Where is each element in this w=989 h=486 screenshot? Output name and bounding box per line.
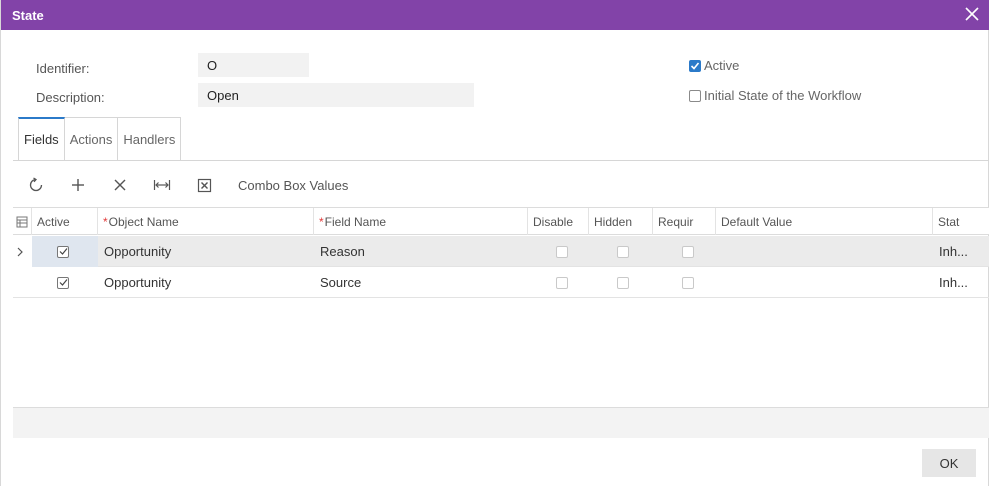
row-disabled-cell[interactable]	[528, 267, 589, 298]
checkbox-empty-icon	[682, 245, 694, 258]
col-status[interactable]: Stat	[933, 208, 989, 235]
row-status[interactable]: Inh...	[933, 267, 989, 298]
row-disabled-cell[interactable]	[528, 236, 589, 267]
checkbox-empty-icon	[556, 245, 568, 258]
row-default-value[interactable]	[716, 267, 933, 298]
initial-state-checkbox[interactable]: Initial State of the Workflow	[689, 88, 861, 103]
fit-columns-icon	[153, 180, 171, 190]
col-required[interactable]: Requir	[653, 208, 716, 235]
checkmark-icon	[689, 59, 701, 72]
col-required-label: Requir	[658, 214, 694, 229]
row-field-name[interactable]: Reason	[314, 236, 528, 267]
description-label: Description:	[36, 90, 105, 105]
col-hidden[interactable]: Hidden	[589, 208, 653, 235]
tab-strip: Fields Actions Handlers	[18, 117, 182, 161]
row-active-cell[interactable]	[32, 267, 98, 298]
row-selector-header[interactable]	[13, 208, 32, 235]
close-icon[interactable]	[962, 4, 982, 24]
active-label: Active	[704, 58, 740, 73]
refresh-icon	[29, 177, 43, 192]
row-hidden-cell[interactable]	[589, 267, 653, 298]
col-status-label: Stat	[938, 214, 960, 229]
tab-handlers[interactable]: Handlers	[118, 118, 182, 161]
ok-button[interactable]: OK	[922, 449, 976, 477]
grid-footer	[13, 407, 989, 438]
row-object-name[interactable]: Opportunity	[98, 236, 314, 267]
description-field[interactable]	[198, 83, 474, 107]
row-indicator	[13, 267, 32, 298]
excel-export-icon	[197, 178, 211, 192]
dialog-title: State	[12, 7, 44, 23]
dialog-titlebar: State	[1, 0, 989, 30]
col-object-name[interactable]: * Object Name	[98, 208, 314, 235]
state-dialog: State Identifier: Description: Active In…	[0, 0, 989, 486]
col-field-name[interactable]: * Field Name	[314, 208, 528, 235]
table-row[interactable]: Opportunity Reason Inh...	[13, 236, 989, 267]
column-settings-icon	[16, 216, 28, 227]
col-field-name-label: Field Name	[324, 214, 387, 229]
row-indicator	[13, 236, 32, 267]
active-checkbox[interactable]: Active	[689, 58, 739, 73]
tab-actions[interactable]: Actions	[65, 118, 119, 161]
refresh-button[interactable]	[25, 172, 47, 198]
checkbox-checked-icon	[57, 245, 69, 258]
row-required-cell[interactable]	[653, 236, 716, 267]
col-disabled[interactable]: Disable	[528, 208, 589, 235]
row-object-name[interactable]: Opportunity	[98, 267, 314, 298]
required-marker: *	[103, 214, 108, 229]
delete-row-button[interactable]	[109, 172, 131, 198]
col-object-name-label: Object Name	[108, 214, 179, 229]
col-default-value[interactable]: Default Value	[716, 208, 933, 235]
checkbox-empty-icon	[617, 276, 629, 289]
row-hidden-cell[interactable]	[589, 236, 653, 267]
x-icon	[114, 179, 126, 191]
export-excel-button[interactable]	[193, 172, 215, 198]
table-row[interactable]: Opportunity Source Inh...	[13, 267, 989, 298]
col-disabled-label: Disable	[533, 214, 574, 229]
row-field-name[interactable]: Source	[314, 267, 528, 298]
plus-icon	[72, 179, 84, 191]
col-active[interactable]: Active	[32, 208, 98, 235]
tab-divider	[13, 160, 989, 161]
row-status[interactable]: Inh...	[933, 236, 989, 267]
row-default-value[interactable]	[716, 236, 933, 267]
checkbox-empty-icon	[682, 276, 694, 289]
grid-toolbar: Combo Box Values	[25, 172, 348, 198]
col-hidden-label: Hidden	[594, 214, 633, 229]
checkbox-empty-icon	[556, 276, 568, 289]
combo-box-values-button[interactable]: Combo Box Values	[238, 172, 348, 198]
row-active-cell[interactable]	[32, 236, 98, 267]
grid-header: Active * Object Name * Field Name Disable …	[13, 208, 989, 235]
fields-grid: Active * Object Name * Field Name Disable …	[13, 207, 989, 438]
checkbox-checked-icon	[57, 276, 69, 289]
col-default-value-label: Default Value	[721, 214, 793, 229]
col-active-label: Active	[37, 214, 70, 229]
checkbox-empty-icon	[617, 245, 629, 258]
add-row-button[interactable]	[67, 172, 89, 198]
chevron-right-icon	[17, 247, 23, 256]
identifier-field[interactable]	[198, 53, 309, 77]
fit-columns-button[interactable]	[151, 172, 173, 198]
row-required-cell[interactable]	[653, 267, 716, 298]
required-marker: *	[319, 214, 324, 229]
tab-fields[interactable]: Fields	[18, 117, 65, 160]
checkbox-empty-icon	[689, 89, 701, 102]
initial-state-label: Initial State of the Workflow	[704, 88, 862, 103]
identifier-label: Identifier:	[36, 61, 90, 76]
